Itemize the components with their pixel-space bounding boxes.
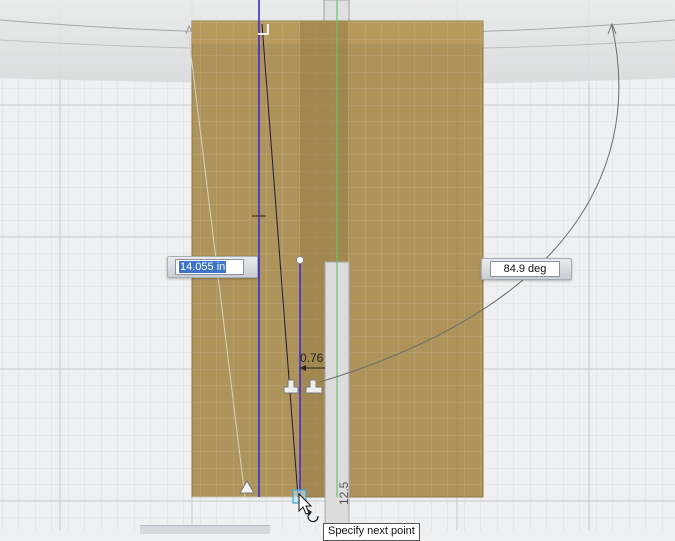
sketch-point[interactable] (295, 255, 305, 265)
cursor-tooltip: Specify next point (323, 523, 420, 541)
offset-dimension-label[interactable]: 0.76 (300, 351, 324, 365)
bottom-toolbar-strip (140, 525, 270, 534)
vertical-dimension-label[interactable]: 12.5 (337, 481, 351, 505)
angle-dimension-input[interactable]: 84.9 deg (490, 261, 560, 277)
length-dimension-value: 14.055 in (179, 261, 227, 273)
angle-dimension-box: 84.9 deg (481, 258, 572, 280)
sketch-canvas[interactable]: 0.76 12.5 (0, 0, 675, 531)
angle-dimension-value: 84.9 deg (503, 263, 547, 275)
length-dimension-box: 14.055 in (167, 256, 258, 278)
length-dimension-input[interactable]: 14.055 in (175, 259, 244, 275)
